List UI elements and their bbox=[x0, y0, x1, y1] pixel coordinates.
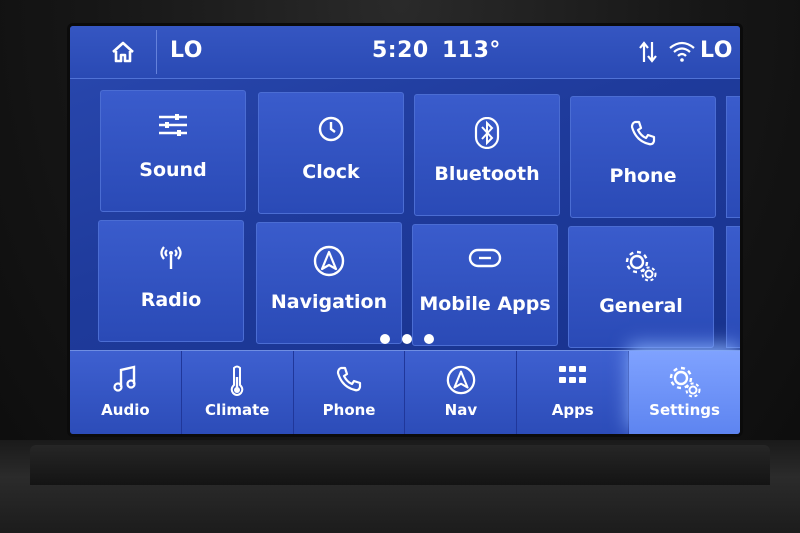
status-bar: LO 5:20 113° LO bbox=[70, 26, 740, 79]
nav-label: Phone bbox=[322, 401, 376, 419]
tile-navigation[interactable]: Navigation bbox=[256, 222, 402, 344]
tile-radio[interactable]: Radio bbox=[98, 220, 244, 342]
link-icon bbox=[413, 247, 557, 269]
tile-label: Mobile Apps bbox=[419, 293, 551, 315]
nav-climate[interactable]: Climate bbox=[182, 351, 294, 434]
nav-label: Apps bbox=[551, 401, 594, 419]
nav-label: Audio bbox=[101, 401, 150, 419]
tile-bluetooth[interactable]: Bluetooth bbox=[414, 94, 560, 216]
tile-partial[interactable] bbox=[726, 96, 740, 218]
nav-audio[interactable]: Audio bbox=[70, 351, 182, 434]
tile-label: Phone bbox=[609, 165, 677, 187]
tile-mobile-apps[interactable]: Mobile Apps bbox=[412, 224, 558, 346]
tile-sound[interactable]: Sound bbox=[100, 90, 246, 212]
tile-label: Radio bbox=[140, 289, 202, 311]
nav-settings[interactable]: Settings bbox=[629, 351, 740, 434]
gears-icon bbox=[629, 365, 740, 399]
tile-phone[interactable]: Phone bbox=[570, 96, 716, 218]
home-button[interactable] bbox=[90, 30, 157, 74]
music-note-icon bbox=[70, 365, 181, 393]
tile-label: General bbox=[599, 295, 683, 317]
clock-time: 5:20 bbox=[372, 38, 429, 63]
home-icon bbox=[110, 40, 136, 64]
nav-label: Settings bbox=[649, 401, 720, 419]
navigation-arrow-icon bbox=[405, 365, 516, 395]
page-dot[interactable] bbox=[380, 334, 390, 344]
gears-icon bbox=[569, 249, 713, 283]
nav-label: Climate bbox=[205, 401, 270, 419]
navigation-arrow-icon bbox=[257, 245, 401, 277]
nav-apps[interactable]: Apps bbox=[517, 351, 630, 434]
bluetooth-icon bbox=[415, 117, 559, 149]
dashboard-lip bbox=[30, 445, 770, 485]
page-dot[interactable] bbox=[402, 334, 412, 344]
bottom-nav-bar: Audio Climate Phone Nav Apps Settings bbox=[70, 350, 740, 434]
outside-temperature: 113° bbox=[442, 38, 501, 63]
phone-icon bbox=[294, 365, 405, 393]
tile-label: Clock bbox=[302, 161, 360, 183]
nav-phone[interactable]: Phone bbox=[294, 351, 406, 434]
tile-label: Sound bbox=[139, 159, 207, 181]
equalizer-sliders-icon bbox=[101, 113, 245, 137]
nav-label: Nav bbox=[444, 401, 478, 419]
page-indicator[interactable] bbox=[380, 334, 434, 344]
phone-icon bbox=[571, 119, 715, 147]
antenna-icon bbox=[99, 243, 243, 271]
infotainment-screen: LO 5:20 113° LO Sound Clock Bluetooth Ph… bbox=[70, 26, 740, 434]
tile-partial[interactable] bbox=[726, 226, 740, 348]
page-dot[interactable] bbox=[424, 334, 434, 344]
fan-speed-right[interactable]: LO bbox=[700, 38, 733, 63]
sync-arrows-icon bbox=[638, 40, 658, 64]
wifi-icon bbox=[668, 40, 696, 62]
apps-grid-icon bbox=[517, 365, 628, 387]
nav-nav[interactable]: Nav bbox=[405, 351, 518, 434]
tile-label: Bluetooth bbox=[434, 163, 540, 185]
clock-icon bbox=[259, 115, 403, 143]
thermometer-icon bbox=[182, 365, 293, 397]
tile-general[interactable]: General bbox=[568, 226, 714, 348]
fan-speed-left[interactable]: LO bbox=[170, 38, 203, 63]
tile-clock[interactable]: Clock bbox=[258, 92, 404, 214]
tile-label: Navigation bbox=[270, 291, 388, 313]
